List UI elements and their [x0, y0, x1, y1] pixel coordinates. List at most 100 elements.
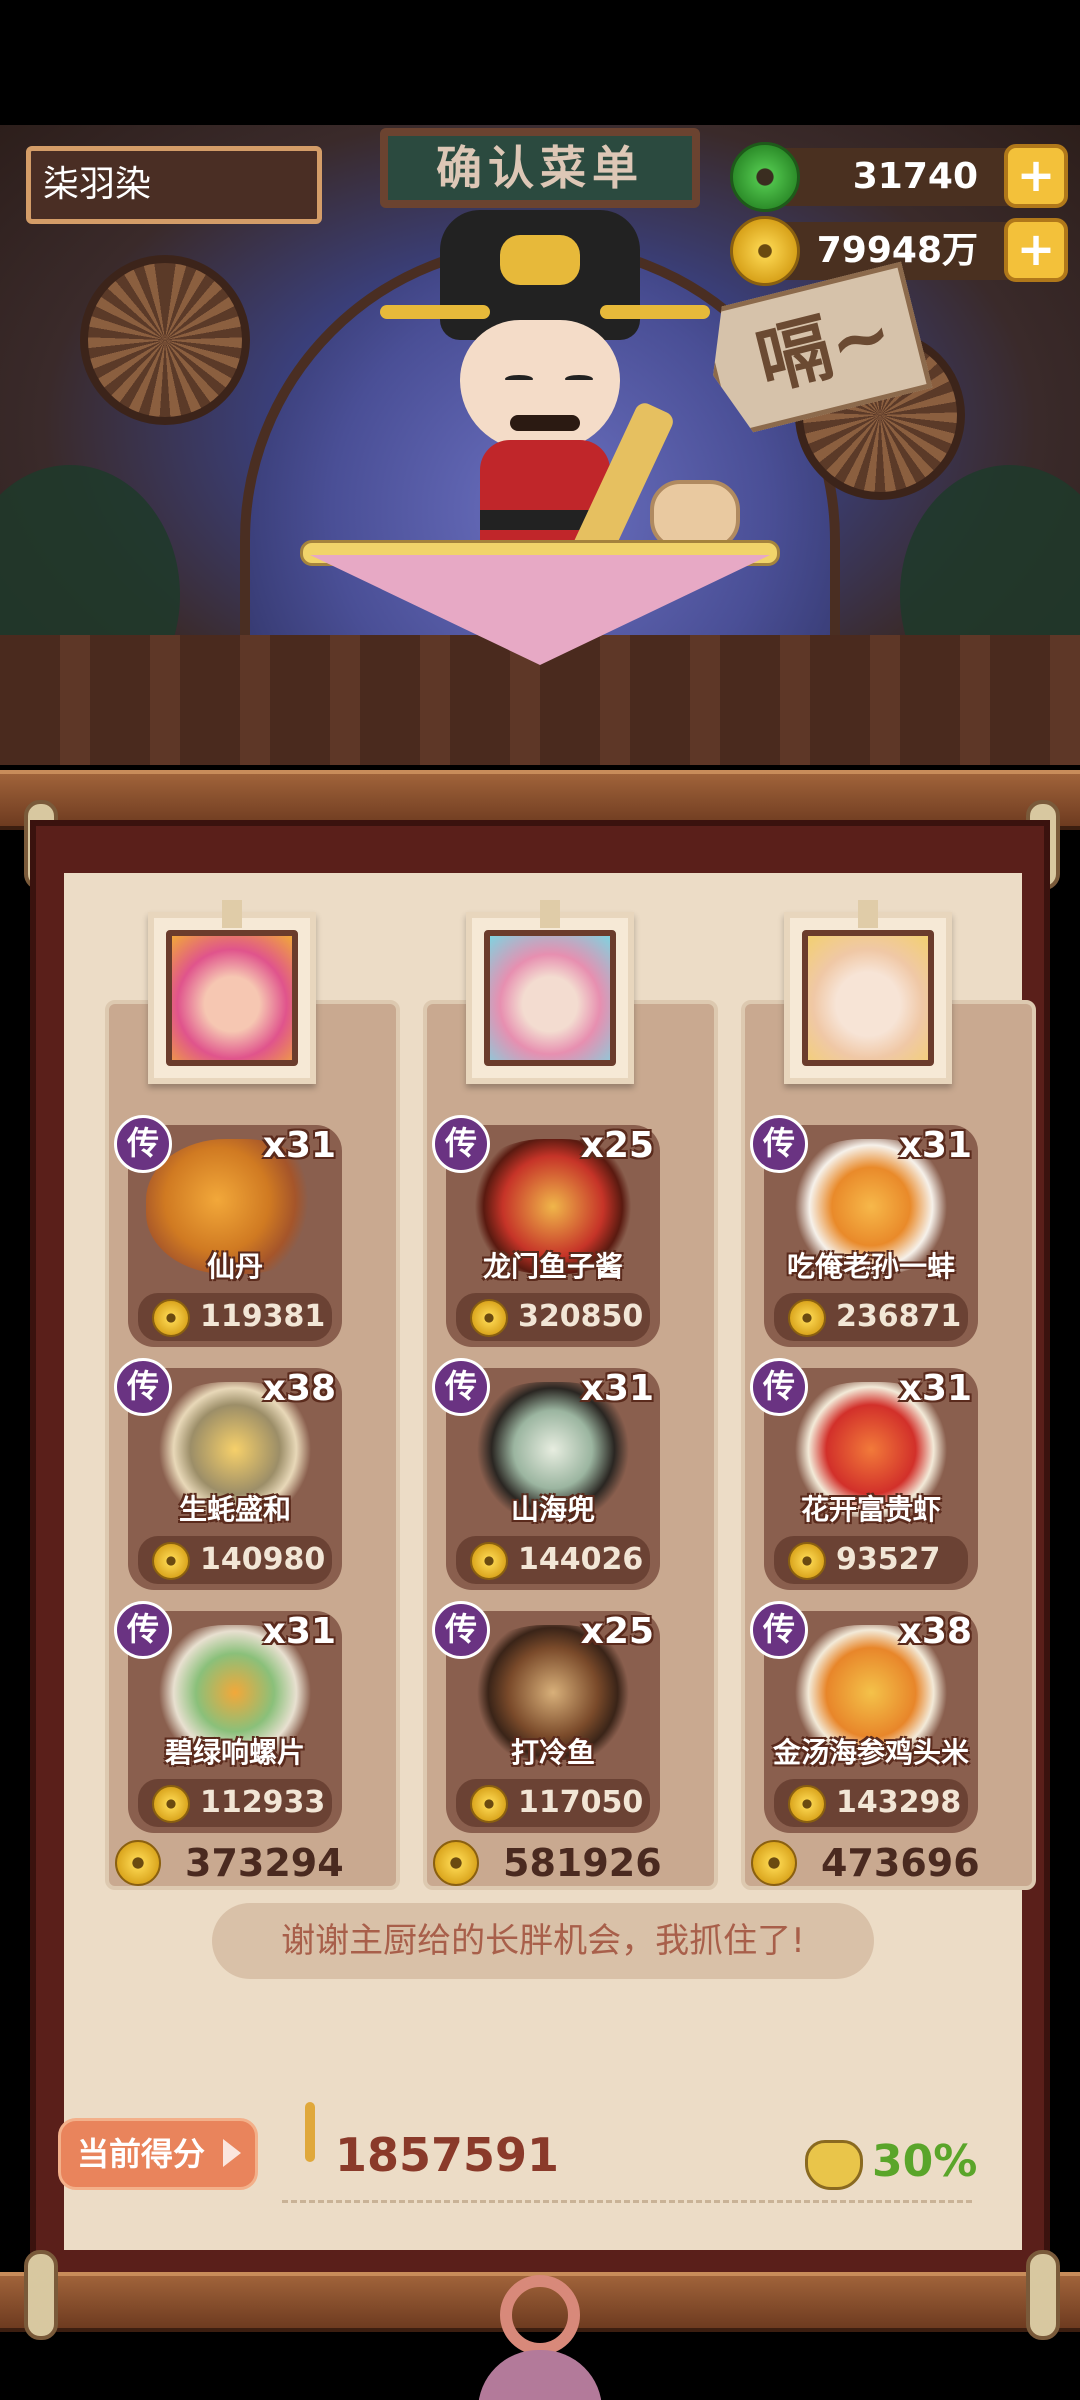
- current-score-button[interactable]: 当前得分: [58, 2118, 258, 2190]
- dish-count: x38: [898, 1611, 972, 1652]
- gold-coin-icon: [751, 1840, 797, 1886]
- current-score-value: 1857591: [335, 2128, 560, 2182]
- gold-coin-icon: [470, 1785, 508, 1823]
- dish-price: 320850: [518, 1299, 644, 1334]
- dish-price: 112933: [200, 1785, 326, 1820]
- column-total-value: 373294: [185, 1841, 344, 1885]
- gold-coin-icon: [788, 1542, 826, 1580]
- mustache: [510, 415, 580, 431]
- dish-price-row: 236871: [774, 1293, 968, 1341]
- dish-price-row: 143298: [774, 1779, 968, 1827]
- gold-coin-icon: [115, 1840, 161, 1886]
- dish-count: x31: [262, 1611, 336, 1652]
- dish-name: 生蚝盛和: [178, 1493, 291, 1526]
- tape-icon: [858, 900, 878, 928]
- jade-value: 31740: [852, 156, 978, 197]
- dish-card[interactable]: 传 x25 龙门鱼子酱 320850: [432, 1115, 660, 1347]
- gold-coin-icon: [433, 1840, 479, 1886]
- dish-name: 碧绿响螺片: [164, 1736, 305, 1769]
- dish-price-row: 119381: [138, 1293, 332, 1341]
- guest-quote-text: 谢谢主厨给的长胖机会，我抓住了!: [281, 1921, 805, 1961]
- dish-price-row: 140980: [138, 1536, 332, 1584]
- dish-price-row: 117050: [456, 1779, 650, 1827]
- dish-price-row: 144026: [456, 1536, 650, 1584]
- title-board: 确认菜单: [380, 128, 700, 208]
- page-title: 确认菜单: [436, 141, 644, 195]
- dish-price: 119381: [200, 1299, 326, 1334]
- dish-price-row: 93527: [774, 1536, 968, 1584]
- score-marker-icon: [305, 2102, 315, 2162]
- dish-card[interactable]: 传 x31 花开富贵虾 93527: [750, 1358, 978, 1590]
- dish-name: 金汤海参鸡头米: [772, 1736, 969, 1769]
- current-score-label: 当前得分: [77, 2135, 206, 2173]
- gold-coin-icon: [788, 1785, 826, 1823]
- player-name: 柒羽染: [43, 164, 152, 205]
- guest-quote-bubble: 谢谢主厨给的长胖机会，我抓住了!: [212, 1903, 874, 1979]
- dish-name: 山海兜: [510, 1493, 595, 1526]
- legendary-badge: 传: [114, 1115, 172, 1173]
- score-percent: 30%: [872, 2136, 978, 2187]
- dish-card[interactable]: 传 x38 金汤海参鸡头米 143298: [750, 1601, 978, 1833]
- legendary-badge: 传: [750, 1115, 808, 1173]
- hat-wing-right: [600, 305, 710, 319]
- dish-card[interactable]: 传 x31 仙丹 119381: [114, 1115, 342, 1347]
- gold-coin-icon: [152, 1785, 190, 1823]
- scroll-knob-right-bottom: [1026, 2250, 1060, 2340]
- guest-portrait-1[interactable]: [148, 900, 316, 1084]
- guest-avatar: [802, 930, 934, 1066]
- dish-name: 花开富贵虾: [800, 1493, 941, 1526]
- dish-name: 仙丹: [206, 1250, 263, 1283]
- column-total-value: 473696: [821, 1841, 980, 1885]
- dish-count: x31: [580, 1368, 654, 1409]
- legendary-badge: 传: [750, 1601, 808, 1659]
- legendary-badge: 传: [750, 1358, 808, 1416]
- guest-avatar: [484, 930, 616, 1066]
- gold-coin-icon: [470, 1299, 508, 1337]
- scroll-knob-left-bottom: [24, 2250, 58, 2340]
- hat-wing-left: [380, 305, 490, 319]
- eye-left: [505, 375, 533, 383]
- gold-coin-icon: [730, 216, 800, 286]
- dish-card[interactable]: 传 x31 碧绿响螺片 112933: [114, 1601, 342, 1833]
- dish-count: x25: [580, 1611, 654, 1652]
- dish-price: 143298: [836, 1785, 962, 1820]
- dish-count: x25: [580, 1125, 654, 1166]
- jade-icon: [730, 142, 800, 212]
- dish-price: 144026: [518, 1542, 644, 1577]
- fan-left-icon: [80, 255, 250, 425]
- tape-icon: [540, 900, 560, 928]
- guest-avatar: [166, 930, 298, 1066]
- legendary-badge: 传: [432, 1115, 490, 1173]
- dish-name: 吃俺老孙一蚌: [786, 1250, 955, 1283]
- score-divider: [282, 2200, 972, 2203]
- dish-card[interactable]: 传 x31 山海兜 144026: [432, 1358, 660, 1590]
- dish-count: x38: [262, 1368, 336, 1409]
- add-jade-button[interactable]: +: [1004, 144, 1068, 208]
- status-bar-area: [0, 0, 1080, 125]
- legendary-badge: 传: [114, 1358, 172, 1416]
- dish-price: 236871: [836, 1299, 962, 1334]
- legendary-badge: 传: [432, 1358, 490, 1416]
- gold-coin-icon: [152, 1542, 190, 1580]
- gold-coin-icon: [152, 1299, 190, 1337]
- dish-card[interactable]: 传 x38 生蚝盛和 140980: [114, 1358, 342, 1590]
- arrow-right-icon: [223, 2139, 241, 2167]
- guest-portrait-3[interactable]: [784, 900, 952, 1084]
- hat-ornament: [500, 235, 580, 285]
- dish-count: x31: [898, 1368, 972, 1409]
- bun-icon: [805, 2140, 863, 2190]
- dish-price-row: 112933: [138, 1779, 332, 1827]
- guest-portrait-2[interactable]: [466, 900, 634, 1084]
- dish-count: x31: [898, 1125, 972, 1166]
- jade-currency: 31740 +: [730, 142, 1068, 212]
- player-name-box[interactable]: 柒羽染: [26, 146, 322, 224]
- add-gold-button[interactable]: +: [1004, 218, 1068, 282]
- chinese-knot-icon: [500, 2275, 580, 2355]
- dish-count: x31: [262, 1125, 336, 1166]
- dish-price-row: 320850: [456, 1293, 650, 1341]
- dish-card[interactable]: 传 x25 打冷鱼 117050: [432, 1601, 660, 1833]
- dish-card[interactable]: 传 x31 吃俺老孙一蚌 236871: [750, 1115, 978, 1347]
- tassel-icon: [478, 2350, 602, 2400]
- eye-right: [565, 375, 593, 383]
- gold-coin-icon: [788, 1299, 826, 1337]
